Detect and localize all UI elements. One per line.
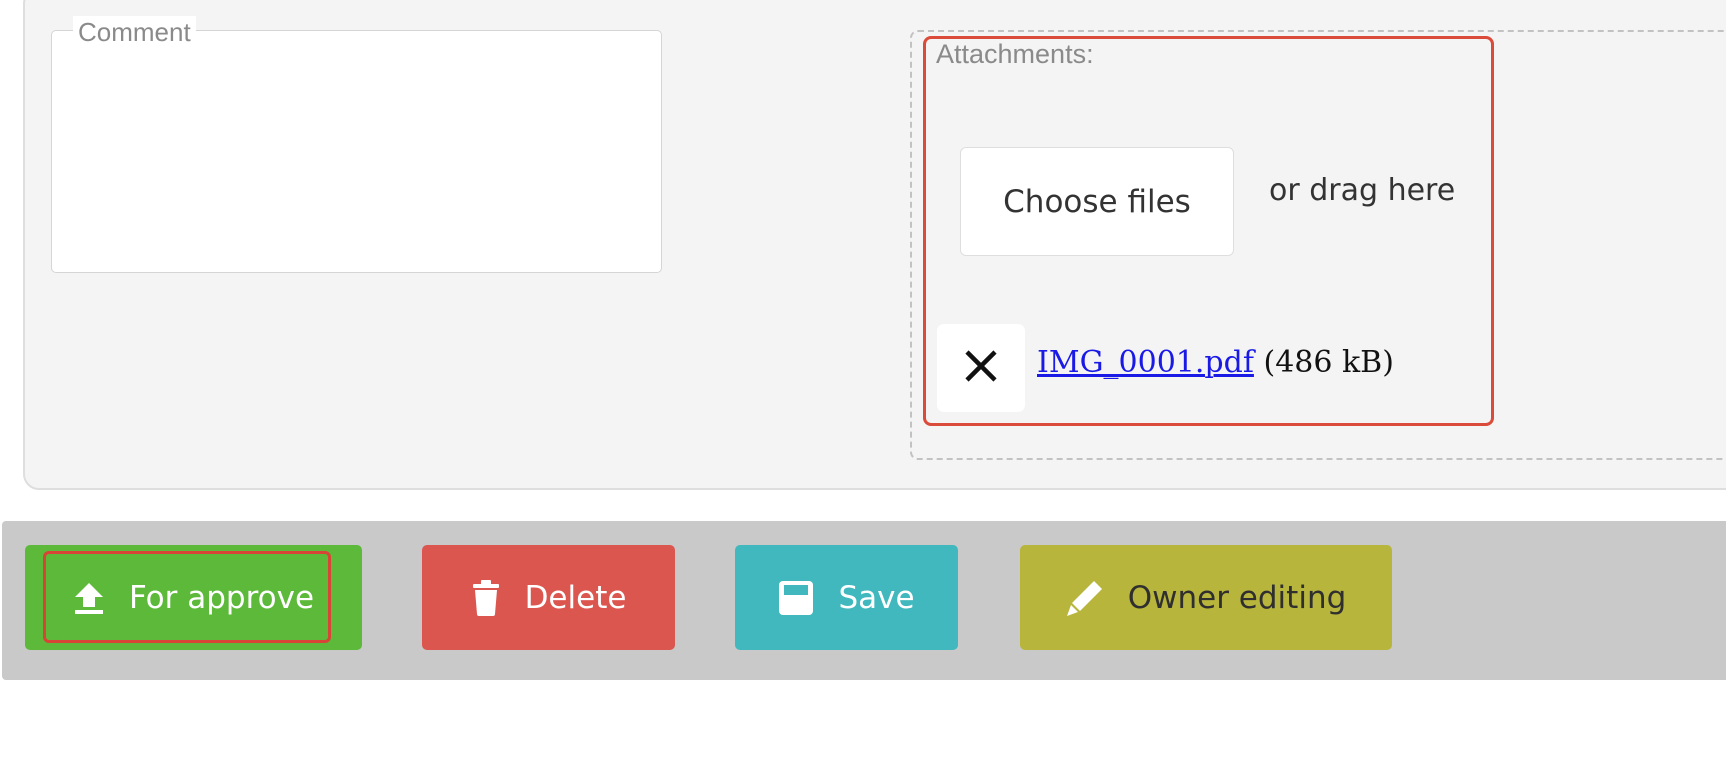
trash-icon (471, 579, 501, 616)
choose-files-button[interactable]: Choose files (960, 147, 1234, 256)
upload-icon (73, 581, 105, 615)
attachment-file-size: (486 kB) (1263, 345, 1394, 380)
floppy-icon (778, 580, 814, 616)
comment-textarea[interactable] (51, 30, 662, 273)
remove-file-button[interactable] (937, 324, 1025, 412)
save-button[interactable]: Save (735, 545, 958, 650)
owner-editing-button[interactable]: Owner editing (1020, 545, 1392, 650)
for-approve-label: For approve (128, 579, 315, 616)
owner-editing-label: Owner editing (1127, 579, 1347, 616)
pencil-icon (1066, 579, 1104, 617)
drag-hint: or drag here (1269, 173, 1456, 208)
delete-button[interactable]: Delete (422, 545, 675, 650)
for-approve-button[interactable]: For approve (25, 545, 362, 650)
attachment-file-row: IMG_0001.pdf (486 kB) (1037, 343, 1394, 383)
save-label: Save (838, 579, 915, 616)
attachment-file-link[interactable]: IMG_0001.pdf (1037, 345, 1254, 380)
attachments-title: Attachments: (936, 39, 1094, 69)
close-icon (963, 348, 999, 389)
choose-files-label: Choose files (1003, 183, 1191, 220)
delete-label: Delete (524, 579, 627, 616)
comment-label: Comment (67, 16, 202, 48)
